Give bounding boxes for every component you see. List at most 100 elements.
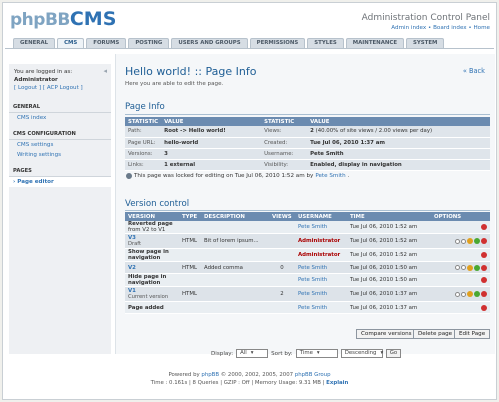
admin-index-link[interactable]: Admin index bbox=[391, 25, 426, 31]
approve-icon[interactable] bbox=[474, 238, 480, 244]
tab-users-and-groups[interactable]: USERS AND GROUPS bbox=[171, 38, 248, 48]
delete-icon[interactable] bbox=[481, 291, 487, 297]
row-options bbox=[434, 252, 487, 258]
type-cell bbox=[179, 301, 201, 314]
footer-line-2: Time : 0.161s | 8 Queries | GZIP : Off |… bbox=[3, 379, 496, 387]
table-row: Page URL: hello-world Created: Tue Jul 0… bbox=[125, 137, 490, 149]
column-header: STATISTIC bbox=[261, 117, 308, 126]
tab-general[interactable]: GENERAL bbox=[13, 38, 56, 48]
version-label: Hide page in navigation bbox=[128, 274, 167, 286]
delete-icon[interactable] bbox=[481, 252, 487, 258]
version-cell: Hide page in navigation bbox=[125, 273, 179, 287]
username-cell[interactable]: Pete Smith bbox=[295, 301, 347, 314]
edit-page-button[interactable]: Edit Page bbox=[454, 329, 491, 339]
acp-logout-link[interactable]: [ ACP Logout ] bbox=[43, 85, 83, 91]
sort-select[interactable]: Time ▾ bbox=[295, 349, 338, 358]
stat-value: Pete Smith bbox=[307, 148, 490, 160]
delete-icon[interactable] bbox=[481, 277, 487, 283]
time-cell: Tue Jul 06, 2010 1:37 am bbox=[347, 301, 431, 314]
tab-styles[interactable]: STYLES bbox=[307, 38, 344, 48]
acp-title: Administration Control Panel bbox=[361, 13, 490, 23]
order-select[interactable]: Descending ▾ bbox=[340, 349, 383, 358]
filter-bar: Display: All ▾ Sort by: Time ▾ Descending ▾… bbox=[211, 349, 402, 358]
version-control-title: Version control bbox=[125, 199, 190, 209]
description-cell bbox=[201, 286, 269, 302]
approve-icon[interactable] bbox=[474, 291, 480, 297]
sidebar-item-cms-settings[interactable]: CMS settings bbox=[9, 140, 111, 150]
time-cell: Tue Jul 06, 2010 1:52 am bbox=[347, 233, 431, 249]
logo[interactable]: phpBBCMS bbox=[10, 8, 116, 30]
column-header: VALUE bbox=[161, 117, 262, 126]
username-cell[interactable]: Pete Smith bbox=[295, 286, 347, 302]
views-cell: 0 bbox=[269, 261, 295, 274]
phpbb-link[interactable]: phpBB bbox=[201, 372, 219, 378]
footer-line-1: Powered by phpBB © 2000, 2002, 2005, 200… bbox=[3, 371, 496, 379]
restore-icon[interactable] bbox=[467, 238, 473, 244]
display-value: All bbox=[240, 350, 247, 356]
views-count: 2 bbox=[310, 128, 314, 135]
compare-versions-button[interactable]: Compare versions bbox=[356, 329, 417, 339]
version-cell: Reverted page from V2 to V1 bbox=[125, 221, 179, 234]
delete-icon[interactable] bbox=[481, 264, 487, 271]
username-cell[interactable]: Pete Smith bbox=[295, 273, 347, 287]
logo-text-cms: CMS bbox=[69, 8, 117, 30]
back-link[interactable]: « Back bbox=[463, 67, 485, 75]
sidebar-item-page-editor[interactable]: › Page editor bbox=[9, 177, 111, 187]
type-cell bbox=[179, 248, 201, 262]
stat-label: Created: bbox=[261, 137, 308, 149]
tab-system[interactable]: SYSTEM bbox=[406, 38, 445, 48]
username-cell[interactable]: Pete Smith bbox=[295, 261, 347, 274]
sidebar-item-writing-settings[interactable]: Writing settings bbox=[9, 150, 111, 160]
username-cell[interactable]: Administrator bbox=[295, 233, 347, 249]
time-cell: Tue Jul 06, 2010 1:50 am bbox=[347, 261, 431, 274]
explain-link[interactable]: Explain bbox=[326, 380, 348, 386]
board-index-link[interactable]: Board index bbox=[433, 25, 467, 31]
delete-icon[interactable] bbox=[481, 304, 487, 311]
delete-icon[interactable] bbox=[481, 224, 487, 230]
display-select[interactable]: All ▾ bbox=[236, 349, 269, 358]
delete-icon[interactable] bbox=[481, 238, 487, 244]
version-cell: V1 Current version bbox=[125, 286, 179, 302]
tab-forums[interactable]: FORUMS bbox=[86, 38, 127, 48]
compare-radio[interactable] bbox=[461, 265, 466, 270]
username-cell[interactable]: Pete Smith bbox=[295, 221, 347, 234]
table-row: Path: Root -> Hello world! Views: 2 (40.… bbox=[125, 126, 490, 138]
restore-icon[interactable] bbox=[467, 291, 473, 297]
compare-radio[interactable] bbox=[461, 238, 466, 244]
version-table-body: Reverted page from V2 to V1 Pete Smith Tue… bbox=[125, 221, 490, 314]
options-cell bbox=[431, 233, 490, 249]
lock-suffix: . bbox=[347, 173, 350, 179]
sidebar-item-cms-index[interactable]: CMS index bbox=[9, 113, 111, 123]
restore-icon[interactable] bbox=[467, 264, 473, 271]
logout-link[interactable]: [ Logout ] bbox=[14, 85, 41, 91]
delete-page-button[interactable]: Delete page bbox=[413, 329, 458, 339]
stat-value: 3 bbox=[161, 148, 262, 160]
tab-posting[interactable]: POSTING bbox=[128, 38, 170, 48]
table-row: Page added Pete Smith Tue Jul 06, 2010 1:3… bbox=[125, 301, 490, 314]
collapse-icon[interactable]: ◂ bbox=[103, 67, 107, 75]
compare-radio[interactable] bbox=[461, 291, 466, 297]
type-cell: HTML bbox=[179, 286, 201, 302]
tab-cms[interactable]: CMS bbox=[57, 38, 85, 48]
sort-label: Sort by: bbox=[271, 350, 293, 357]
options-cell bbox=[431, 248, 490, 262]
column-header: OPTIONS bbox=[431, 212, 490, 221]
home-link[interactable]: Home bbox=[473, 25, 490, 31]
compare-radio[interactable] bbox=[455, 291, 460, 297]
tab-permissions[interactable]: PERMISSIONS bbox=[249, 38, 306, 48]
row-options bbox=[434, 238, 487, 244]
username-cell[interactable]: Administrator bbox=[295, 248, 347, 262]
phpbb-group-link[interactable]: phpBB Group bbox=[295, 372, 331, 378]
compare-radio[interactable] bbox=[455, 265, 460, 270]
approve-icon[interactable] bbox=[474, 264, 480, 271]
compare-radio[interactable] bbox=[455, 238, 460, 244]
chevron-down-icon: ▾ bbox=[250, 350, 254, 356]
version-link[interactable]: V2 bbox=[128, 265, 176, 271]
description-cell bbox=[201, 273, 269, 287]
version-sub: from V2 to V1 bbox=[128, 227, 166, 233]
tab-maintenance[interactable]: MAINTENANCE bbox=[345, 38, 405, 48]
table-row: V1 Current version HTML 2 Pete Smith Tue Jul … bbox=[125, 286, 490, 302]
stat-label: Versions: bbox=[125, 148, 162, 160]
lock-user-link[interactable]: Pete Smith bbox=[315, 173, 345, 179]
go-button[interactable]: Go bbox=[385, 349, 402, 358]
